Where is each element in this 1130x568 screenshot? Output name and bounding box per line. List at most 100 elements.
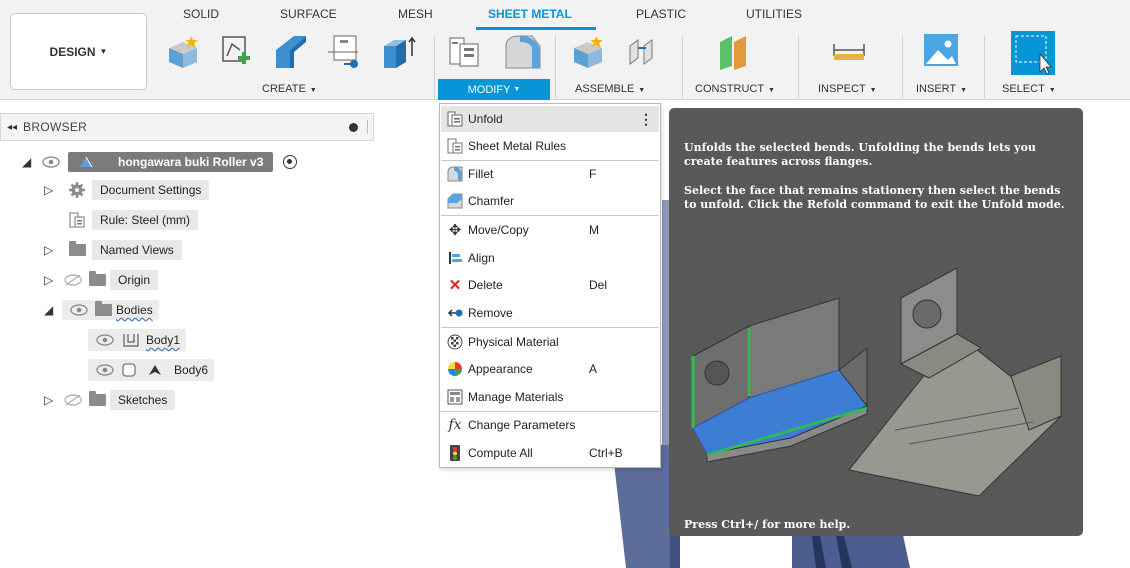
modify-menu[interactable]: MODIFY ▼ (438, 79, 550, 100)
remove-icon (446, 304, 464, 322)
tree-item-origin[interactable]: ▷ Origin (44, 268, 159, 292)
menu-shortcut: A (589, 362, 598, 376)
caret-down-icon: ▼ (99, 47, 108, 56)
sheet-metal-rules-icon (446, 137, 464, 155)
menu-label: Physical Material (468, 335, 559, 349)
create-label: CREATE (262, 83, 306, 95)
menu-item-chamfer[interactable]: Chamfer (441, 188, 659, 214)
caret-down-icon: ▼ (513, 86, 521, 93)
fillet-icon[interactable] (502, 32, 541, 69)
named-views-label: Named Views (92, 240, 182, 260)
unfold-icon[interactable] (446, 34, 482, 70)
toolbar-separator (798, 36, 799, 98)
menu-label: Unfold (468, 112, 503, 126)
collapsed-triangle-icon[interactable]: ▷ (44, 273, 62, 287)
expanded-triangle-icon[interactable]: ◢ (44, 303, 62, 317)
menu-item-unfold[interactable]: Unfold ⋮ (441, 106, 659, 132)
construct-menu[interactable]: CONSTRUCT ▼ (695, 83, 775, 95)
select-icon[interactable] (1010, 30, 1056, 76)
bodies-label: Bodies (116, 303, 153, 317)
collapsed-triangle-icon[interactable]: ▷ (44, 243, 62, 257)
new-component-assemble-icon[interactable] (570, 34, 606, 70)
insert-menu[interactable]: INSERT ▼ (916, 83, 967, 95)
menu-item-remove[interactable]: Remove (441, 300, 659, 326)
eye-icon[interactable] (40, 155, 62, 169)
eye-icon[interactable] (68, 303, 90, 317)
tab-utilities[interactable]: UTILITIES (746, 7, 802, 21)
tab-solid[interactable]: SOLID (183, 7, 219, 21)
manage-materials-icon (446, 388, 464, 406)
menu-item-delete[interactable]: ✕ Delete Del (441, 272, 659, 298)
rule-label: Rule: Steel (mm) (92, 210, 199, 230)
convert-to-sheet-metal-icon[interactable] (326, 34, 362, 70)
toolbar-separator (682, 36, 683, 98)
tab-surface[interactable]: SURFACE (280, 7, 337, 21)
menu-item-physical-material[interactable]: Physical Material (441, 329, 659, 355)
create-menu[interactable]: CREATE ▼ (262, 83, 317, 95)
tab-sheet-metal[interactable]: SHEET METAL (488, 7, 572, 21)
workspace-switcher-button[interactable]: DESIGN ▼ (10, 13, 147, 90)
flat-pattern-icon[interactable] (380, 34, 416, 70)
menu-item-compute-all[interactable]: Compute All Ctrl+B (441, 440, 659, 466)
bodies-node[interactable]: Bodies (62, 300, 159, 320)
menu-label: Change Parameters (468, 418, 576, 432)
modify-label: MODIFY (467, 83, 511, 96)
document-settings-label: Document Settings (92, 180, 210, 200)
more-options-icon[interactable]: ⋮ (639, 111, 653, 128)
align-icon (446, 249, 464, 267)
panel-resize-handle[interactable] (367, 120, 368, 134)
flange-icon[interactable] (270, 32, 306, 68)
tab-plastic[interactable]: PLASTIC (636, 7, 686, 21)
menu-item-move-copy[interactable]: ✥ Move/Copy M (441, 217, 659, 243)
new-component-icon[interactable] (165, 34, 201, 70)
body6-label: Body6 (174, 363, 209, 377)
tree-item-bodies[interactable]: ◢ Bodies (44, 298, 159, 322)
tree-item-body1[interactable]: Body1 (88, 328, 187, 352)
root-node[interactable]: hongawara buki Roller v3 (68, 152, 274, 172)
browser-header: ◂◂ BROWSER (0, 113, 374, 141)
eye-icon[interactable] (94, 333, 116, 347)
tree-item-named-views[interactable]: ▷ Named Views (44, 238, 182, 262)
eye-hidden-icon[interactable] (62, 393, 84, 407)
menu-item-fillet[interactable]: Fillet F (441, 161, 659, 187)
menu-label: Remove (468, 306, 513, 320)
menu-item-manage-materials[interactable]: Manage Materials (441, 384, 659, 410)
browser-options-icon[interactable] (349, 123, 358, 132)
expanded-triangle-icon[interactable]: ◢ (22, 155, 40, 169)
offset-plane-icon[interactable] (716, 32, 752, 70)
folder-icon (90, 301, 116, 316)
select-menu[interactable]: SELECT ▼ (1002, 83, 1056, 95)
menu-item-change-parameters[interactable]: fx Change Parameters (441, 412, 659, 438)
chamfer-icon (446, 192, 464, 210)
measure-icon[interactable] (832, 34, 868, 70)
body1-node[interactable]: Body1 (88, 329, 187, 351)
eye-hidden-icon[interactable] (62, 273, 84, 287)
eye-icon[interactable] (94, 363, 116, 377)
joint-icon[interactable] (624, 34, 660, 70)
unfold-illustration (691, 267, 1062, 497)
tree-item-rule[interactable]: Rule: Steel (mm) (62, 208, 199, 232)
caret-down-icon: ▼ (307, 87, 317, 94)
menu-item-sheet-metal-rules[interactable]: Sheet Metal Rules (441, 133, 659, 159)
tree-item-document-settings[interactable]: ▷ Document Settings (44, 178, 210, 202)
assemble-menu[interactable]: ASSEMBLE ▼ (575, 83, 645, 95)
collapse-panel-icon[interactable]: ◂◂ (7, 122, 17, 133)
tooltip-body: Select the face that remains stationery … (684, 184, 1065, 211)
tree-item-sketches[interactable]: ▷ Sketches (44, 388, 176, 412)
inspect-menu[interactable]: INSPECT ▼ (818, 83, 877, 95)
activate-radio-icon[interactable] (283, 155, 298, 169)
tree-item-body6[interactable]: Body6 (88, 358, 215, 382)
fillet-icon (446, 165, 464, 183)
toolbar-separator (434, 36, 435, 98)
tooltip-title: Unfolds the selected bends. Unfolding th… (684, 141, 1036, 168)
body6-node[interactable]: Body6 (88, 359, 215, 381)
menu-item-appearance[interactable]: Appearance A (441, 356, 659, 382)
tree-root[interactable]: ◢ hongawara buki Roller v3 (22, 150, 298, 174)
physical-material-icon (446, 333, 464, 351)
create-sketch-icon[interactable] (218, 34, 254, 70)
insert-image-icon[interactable] (922, 32, 958, 68)
collapsed-triangle-icon[interactable]: ▷ (44, 183, 62, 197)
menu-item-align[interactable]: Align (441, 245, 659, 271)
collapsed-triangle-icon[interactable]: ▷ (44, 393, 62, 407)
tab-mesh[interactable]: MESH (398, 7, 433, 21)
